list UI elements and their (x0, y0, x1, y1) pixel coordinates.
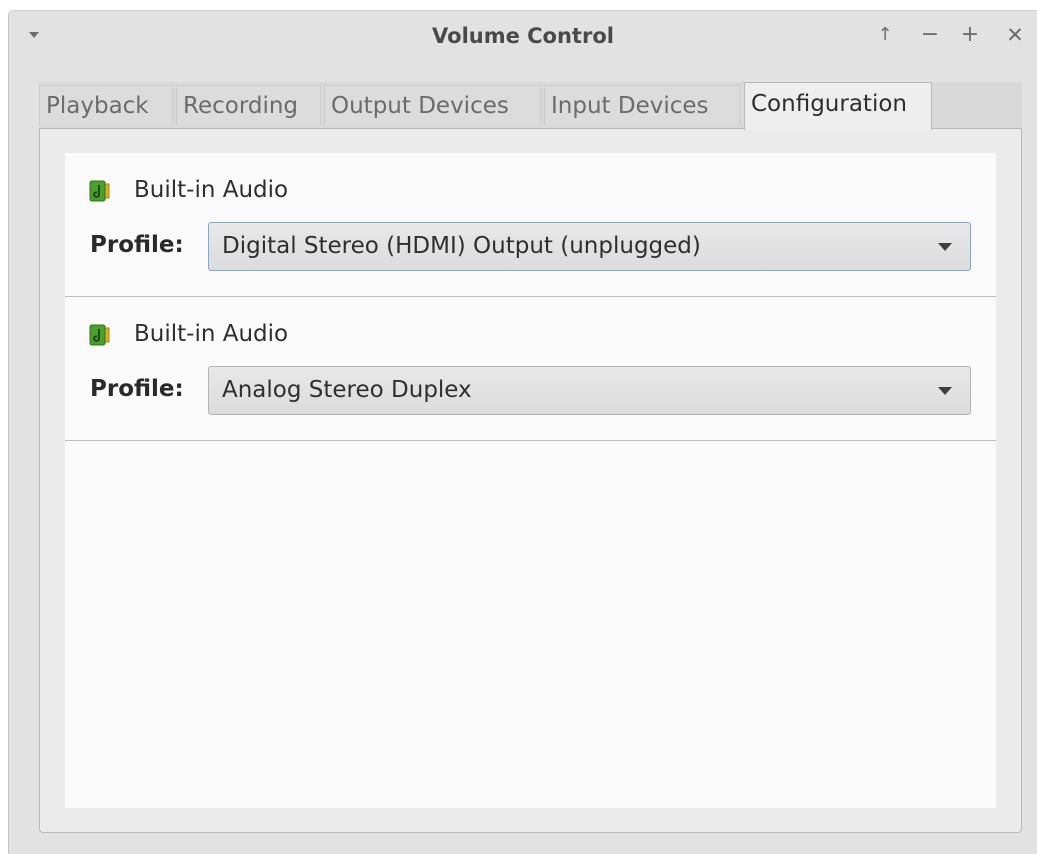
dropdown-arrow-icon (938, 243, 952, 251)
dropdown-arrow-icon (938, 387, 952, 395)
profile-selected-value: Digital Stereo (HDMI) Output (unplugged) (222, 233, 701, 259)
minimize-icon[interactable]: − (918, 23, 942, 47)
device-list: Built-in Audio Profile: Digital Stereo (… (65, 153, 996, 808)
audio-card-icon (89, 180, 110, 202)
tab-recording[interactable]: Recording (176, 85, 321, 125)
profile-label: Profile: (90, 376, 184, 402)
arrow-up-icon[interactable]: ↑ (873, 23, 897, 47)
device-name: Built-in Audio (134, 177, 289, 203)
audio-card-icon (89, 324, 110, 346)
tab-playback[interactable]: Playback (39, 85, 173, 125)
profile-selected-value: Analog Stereo Duplex (222, 377, 472, 403)
maximize-icon[interactable]: + (958, 23, 982, 47)
tab-input-devices[interactable]: Input Devices (544, 85, 740, 125)
tab-output-devices[interactable]: Output Devices (324, 85, 541, 125)
device-card: Built-in Audio Profile: Analog Stereo Du… (65, 297, 996, 441)
volume-control-window: Volume Control ↑ − + ✕ Playback Recordin… (8, 10, 1037, 854)
device-card: Built-in Audio Profile: Digital Stereo (… (65, 153, 996, 297)
configuration-page: Built-in Audio Profile: Digital Stereo (… (39, 128, 1022, 833)
profile-label: Profile: (90, 232, 184, 258)
tab-configuration[interactable]: Configuration (744, 82, 932, 130)
titlebar[interactable]: Volume Control ↑ − + ✕ (9, 11, 1037, 63)
close-icon[interactable]: ✕ (1003, 23, 1027, 47)
profile-dropdown[interactable]: Analog Stereo Duplex (208, 366, 971, 415)
profile-dropdown[interactable]: Digital Stereo (HDMI) Output (unplugged) (208, 222, 971, 271)
tab-bar: Playback Recording Output Devices Input … (39, 82, 1022, 130)
device-name: Built-in Audio (134, 321, 289, 347)
